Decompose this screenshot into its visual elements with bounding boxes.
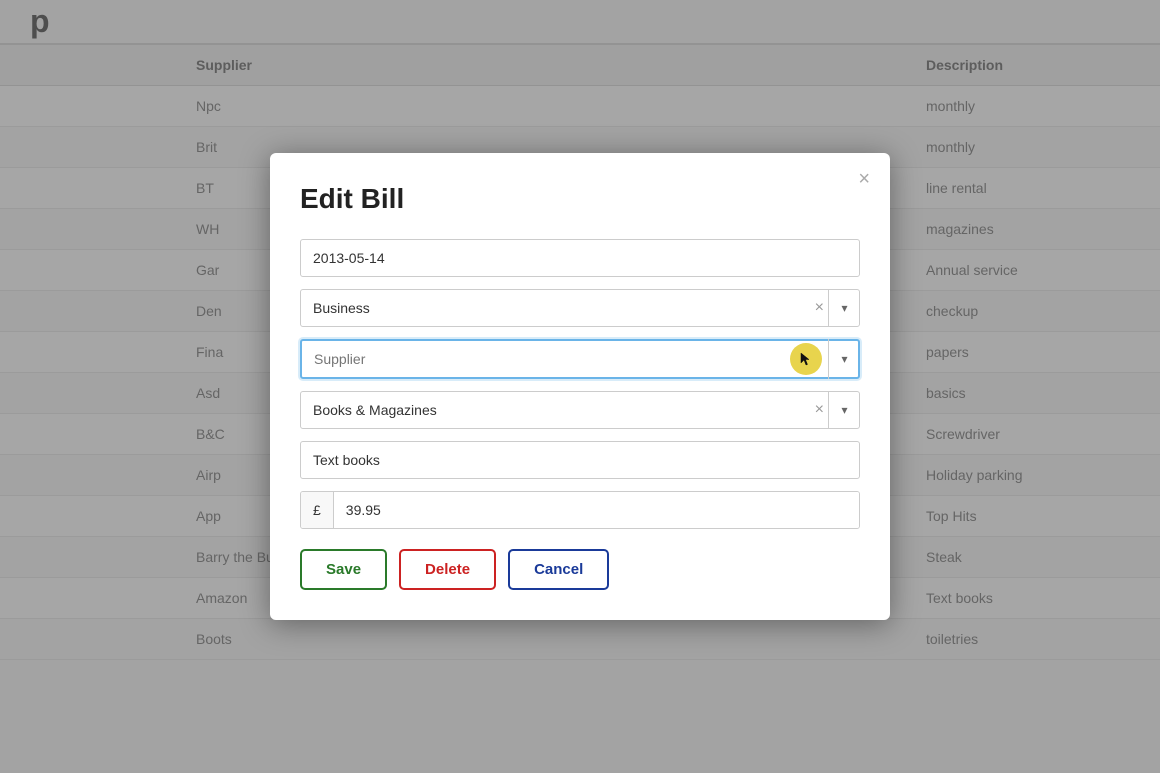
cancel-button[interactable]: Cancel [508, 549, 609, 590]
delete-button[interactable]: Delete [399, 549, 496, 590]
supplier-dropdown-icon[interactable]: ▾ [828, 339, 860, 379]
date-group [300, 239, 860, 277]
subcategory-select-wrapper: Books & Magazines × ▾ [300, 391, 860, 429]
category-select[interactable]: Business [300, 289, 860, 327]
subcategory-dropdown-icon[interactable]: ▾ [828, 391, 860, 429]
supplier-input[interactable] [300, 339, 860, 379]
subcategory-group: Books & Magazines × ▾ [300, 391, 860, 429]
cursor-indicator [790, 343, 822, 375]
description-group [300, 441, 860, 479]
category-group: Business × ▾ [300, 289, 860, 327]
category-clear-icon[interactable]: × [815, 299, 824, 317]
edit-bill-modal: Edit Bill × Business × ▾ [270, 153, 890, 620]
date-input[interactable] [300, 239, 860, 277]
modal-title: Edit Bill [300, 183, 860, 215]
subcategory-select[interactable]: Books & Magazines [300, 391, 860, 429]
supplier-group: ▾ [300, 339, 860, 379]
close-button[interactable]: × [858, 169, 870, 189]
amount-wrapper: £ [300, 491, 860, 529]
amount-group: £ [300, 491, 860, 529]
supplier-wrapper: ▾ [300, 339, 860, 379]
subcategory-clear-icon[interactable]: × [815, 401, 824, 419]
button-row: Save Delete Cancel [300, 549, 860, 590]
description-input[interactable] [300, 441, 860, 479]
currency-symbol: £ [301, 492, 334, 528]
amount-input[interactable] [334, 492, 859, 528]
category-dropdown-icon[interactable]: ▾ [828, 289, 860, 327]
category-select-wrapper: Business × ▾ [300, 289, 860, 327]
modal-overlay: Edit Bill × Business × ▾ [0, 0, 1160, 773]
save-button[interactable]: Save [300, 549, 387, 590]
